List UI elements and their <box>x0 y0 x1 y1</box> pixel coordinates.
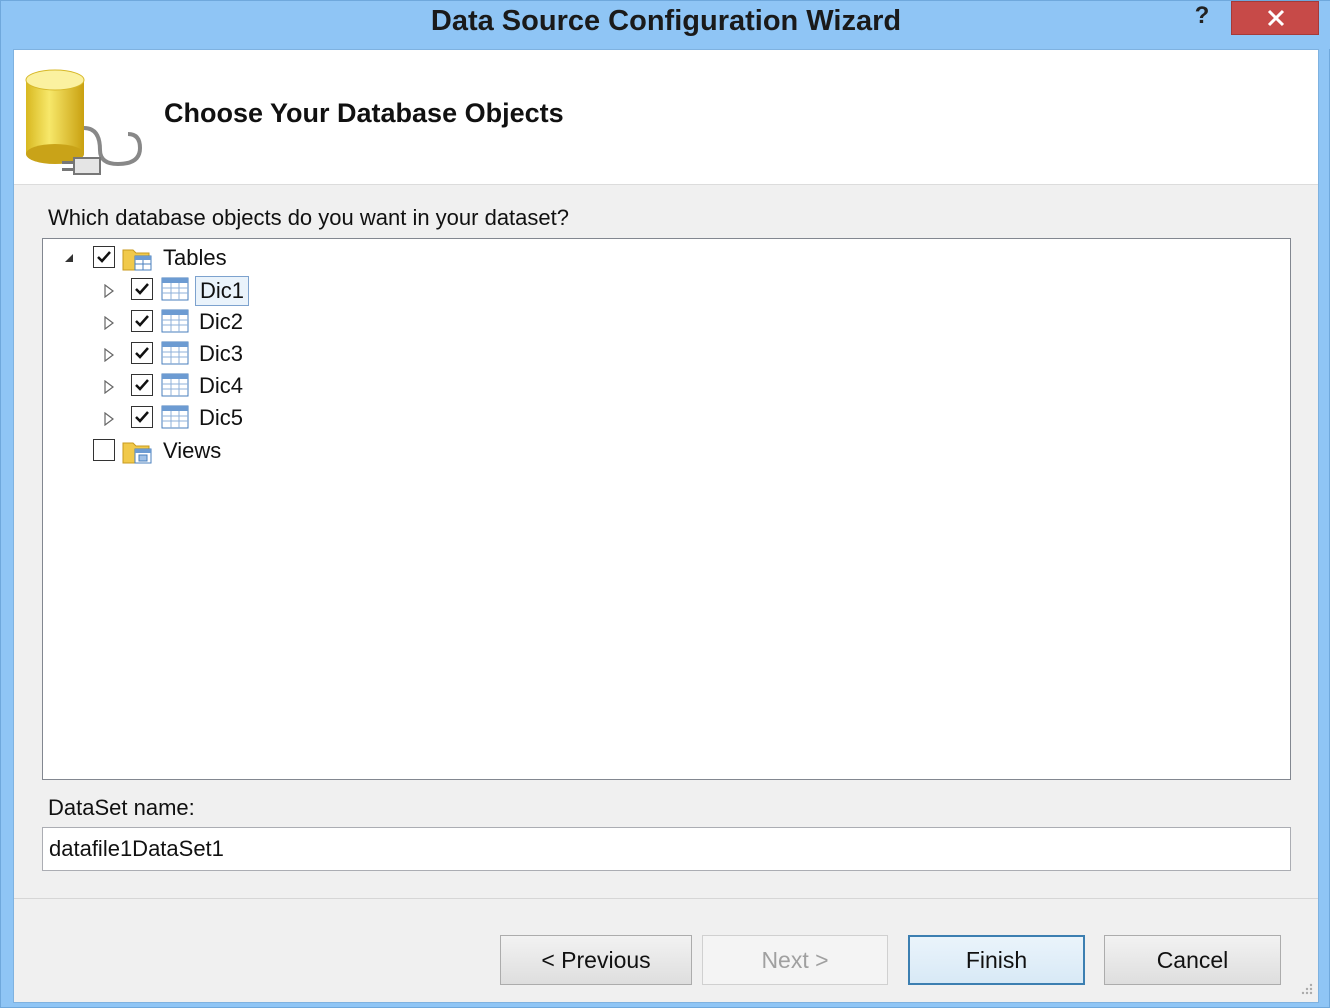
table-checkbox[interactable] <box>131 278 153 300</box>
table-grid-icon <box>161 341 189 365</box>
tree-node-label: Dic5 <box>199 405 244 430</box>
objects-question-label: Which database objects do you want in yo… <box>48 205 569 230</box>
tree-node-label: Dic2 <box>199 309 244 334</box>
next-button[interactable]: Next > <box>702 935 888 985</box>
expand-arrow-icon[interactable] <box>103 370 117 402</box>
title-bar[interactable]: Data Source Configuration Wizard ? <box>1 1 1330 49</box>
database-objects-tree[interactable]: Tables Dic1 Dic2 Dic3 Dic4 Dic5 Views <box>42 238 1291 780</box>
footer-divider <box>14 898 1318 899</box>
checkmark-icon <box>97 251 111 263</box>
tree-node-label: Dic3 <box>199 341 244 366</box>
wizard-window: Data Source Configuration Wizard ? Choos… <box>0 0 1330 1008</box>
close-button[interactable] <box>1231 1 1319 35</box>
wizard-header: Choose Your Database Objects <box>14 50 1318 185</box>
views-checkbox[interactable] <box>93 439 115 461</box>
expand-arrow-icon[interactable] <box>103 338 117 370</box>
table-checkbox[interactable] <box>131 342 153 364</box>
table-checkbox[interactable] <box>131 310 153 332</box>
finish-button[interactable]: Finish <box>908 935 1085 985</box>
help-button[interactable]: ? <box>1185 1 1219 31</box>
expand-arrow-icon[interactable] <box>103 306 117 338</box>
cancel-button[interactable]: Cancel <box>1104 935 1281 985</box>
checkmark-icon <box>135 315 149 327</box>
tables-checkbox[interactable] <box>93 246 115 268</box>
tables-folder-icon <box>122 249 152 271</box>
tree-node-tables[interactable]: Tables <box>43 242 443 274</box>
expand-arrow-icon[interactable] <box>103 402 117 434</box>
wizard-client-area: Choose Your Database Objects Which datab… <box>13 49 1319 1003</box>
dataset-name-input[interactable] <box>42 827 1291 871</box>
collapse-arrow-icon[interactable] <box>63 242 77 274</box>
table-checkbox[interactable] <box>131 374 153 396</box>
tree-node-label: Dic1 <box>195 276 250 306</box>
checkmark-icon <box>135 283 149 295</box>
page-title: Choose Your Database Objects <box>164 98 564 128</box>
tree-node-table[interactable]: Dic1 <box>43 274 443 306</box>
window-title: Data Source Configuration Wizard <box>430 5 902 37</box>
tree-node-table[interactable]: Dic2 <box>43 306 443 338</box>
table-grid-icon <box>161 277 189 301</box>
table-grid-icon <box>161 309 189 333</box>
close-icon <box>1267 9 1285 27</box>
table-grid-icon <box>161 373 189 397</box>
table-grid-icon <box>161 405 189 429</box>
views-folder-icon <box>122 442 152 464</box>
checkmark-icon <box>135 411 149 423</box>
previous-button[interactable]: < Previous <box>500 935 692 985</box>
table-checkbox[interactable] <box>131 406 153 428</box>
expand-arrow-icon[interactable] <box>103 274 117 306</box>
resize-grip-icon[interactable] <box>1298 980 1314 996</box>
tree-node-views[interactable]: Views <box>43 435 443 467</box>
checkmark-icon <box>135 347 149 359</box>
tree-node-label: Tables <box>163 245 227 270</box>
checkmark-icon <box>135 379 149 391</box>
tree-node-label: Views <box>163 438 222 463</box>
tree-node-table[interactable]: Dic3 <box>43 338 443 370</box>
tree-node-label: Dic4 <box>199 373 244 398</box>
database-plug-icon <box>25 69 143 175</box>
dataset-name-label: DataSet name: <box>48 795 195 820</box>
tree-node-table[interactable]: Dic5 <box>43 402 443 434</box>
tree-node-table[interactable]: Dic4 <box>43 370 443 402</box>
